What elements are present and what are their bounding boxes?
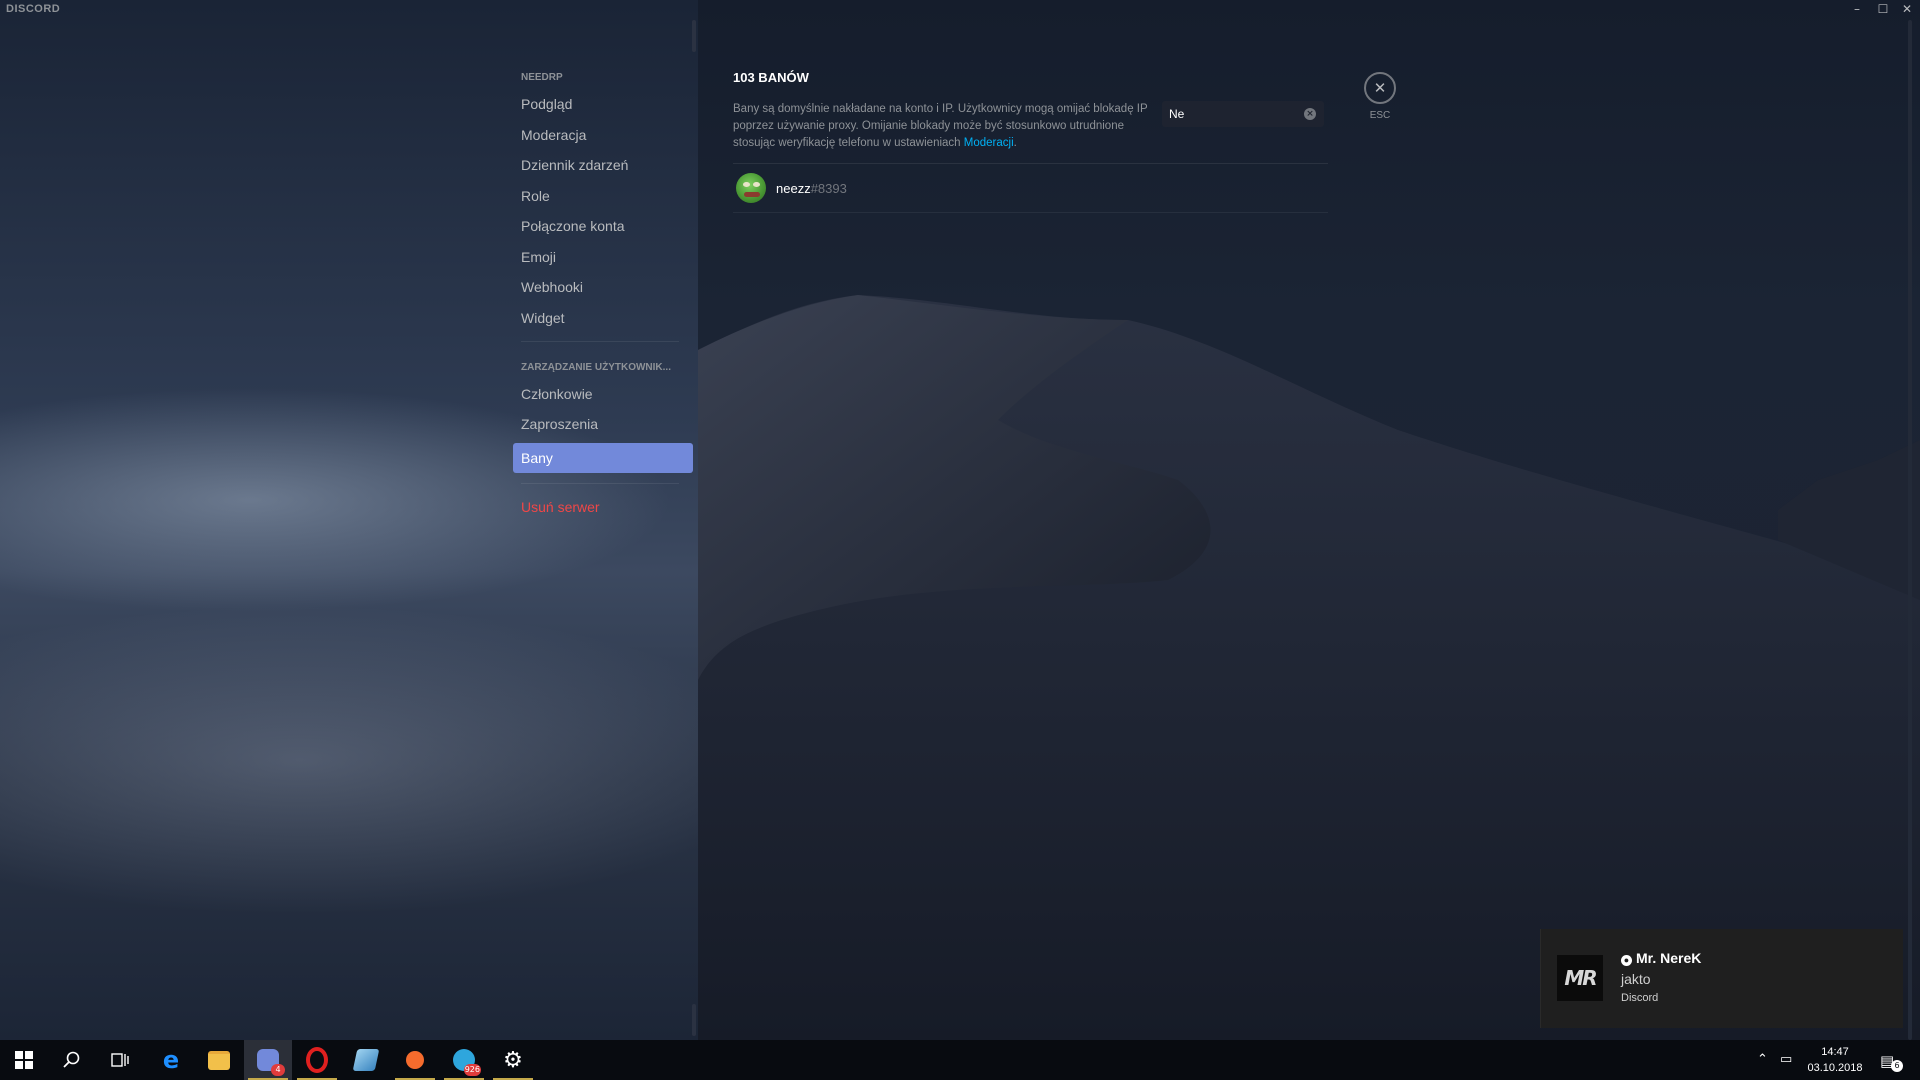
avatar-mouth xyxy=(744,192,760,197)
telegram-badge: 926 xyxy=(463,1064,481,1076)
sidebar-item-emoji[interactable]: Emoji xyxy=(513,242,695,272)
banned-discriminator: #8393 xyxy=(810,180,847,196)
delete-server-button[interactable]: Usuń serwer xyxy=(513,492,695,522)
sidebar-divider xyxy=(521,340,679,342)
opera-icon[interactable] xyxy=(293,1040,341,1080)
notification-app: Discord xyxy=(1621,992,1659,1004)
user-management-header: ZARZĄDZANIE UŻYTKOWNIK... xyxy=(521,361,671,373)
sidebar-item-widget[interactable]: Widget xyxy=(513,303,695,333)
sidebar-scrollbar-bottom xyxy=(692,1004,696,1036)
esc-label: ESC xyxy=(1369,110,1391,121)
description-row: Bany są domyślnie nakładane na konto i I… xyxy=(733,101,1328,157)
sidebar-item-members[interactable]: Członkowie xyxy=(513,379,695,409)
notification-message: jakto xyxy=(1621,971,1651,987)
close-settings: ✕ ESC xyxy=(1364,72,1396,121)
sidebar-item-webhooks[interactable]: Webhooki xyxy=(513,272,695,302)
clock-time: 14:47 xyxy=(1821,1046,1849,1058)
close-icon[interactable]: ✕ xyxy=(1894,0,1920,18)
avatar xyxy=(736,173,766,203)
discord-small-icon: ● xyxy=(1621,955,1632,966)
origin-icon[interactable] xyxy=(391,1040,439,1080)
ban-search-box[interactable]: × xyxy=(1162,101,1324,127)
banned-username: neezz xyxy=(776,180,811,196)
sidebar-item-roles[interactable]: Role xyxy=(513,181,695,211)
settings-sidebar: NEEDRP Podgląd Moderacja Dziennik zdarze… xyxy=(513,60,695,523)
discord-badge: 4 xyxy=(271,1064,285,1076)
search-icon[interactable] xyxy=(48,1040,96,1080)
edge-icon[interactable]: e xyxy=(147,1040,195,1080)
maximize-icon[interactable]: ☐ xyxy=(1870,0,1896,18)
sender-logo: MR xyxy=(1557,955,1603,1001)
notification-toast[interactable]: MR ● Mr. NereK jakto Discord xyxy=(1540,929,1903,1028)
sidebar-item-connected-accounts[interactable]: Połączone konta xyxy=(513,211,695,241)
notification-sender: Mr. NereK xyxy=(1636,950,1702,966)
network-icon[interactable]: ▭ xyxy=(1780,1052,1792,1067)
notification-title: ● Mr. NereK xyxy=(1621,950,1701,966)
sidebar-scrollbar[interactable] xyxy=(692,20,696,52)
content-scrollbar[interactable] xyxy=(1908,20,1912,1040)
description-text: Bany są domyślnie nakładane na konto i I… xyxy=(733,103,1148,149)
description-suffix: . xyxy=(1013,137,1017,149)
avatar-eye xyxy=(743,182,750,187)
window-titlebar: DISCORD – ☐ ✕ xyxy=(0,0,1920,20)
sidebar-item-invites[interactable]: Zaproszenia xyxy=(513,409,695,439)
discord-icon[interactable]: 4 xyxy=(244,1040,292,1080)
minimize-icon[interactable]: – xyxy=(1844,0,1870,18)
moderation-link[interactable]: Moderacji xyxy=(964,137,1014,149)
system-clock[interactable]: 14:47 03.10.2018 xyxy=(1800,1044,1870,1076)
windows-start-icon[interactable] xyxy=(0,1040,48,1080)
clear-icon[interactable]: × xyxy=(1304,108,1316,120)
chevron-up-icon[interactable]: ⌃ xyxy=(1757,1052,1768,1067)
server-name-header: NEEDRP xyxy=(521,72,563,83)
ban-search-input[interactable] xyxy=(1162,101,1299,127)
sidebar-item-audit-log[interactable]: Dziennik zdarzeń xyxy=(513,150,695,180)
app-title: DISCORD xyxy=(6,3,61,15)
notification-count-badge: 6 xyxy=(1891,1060,1903,1072)
sidebar-item-bans[interactable]: Bany xyxy=(513,443,693,473)
clock-date: 03.10.2018 xyxy=(1807,1062,1863,1074)
sidebar-item-moderation[interactable]: Moderacja xyxy=(513,120,695,150)
desert-dune-wallpaper xyxy=(698,295,1920,1040)
sidebar-item-overview[interactable]: Podgląd xyxy=(513,89,695,119)
windows-taskbar: e 4 926 ⚙ ⌃ ▭ 14:47 03.10.2018 ▤ 6 xyxy=(0,1040,1920,1080)
task-view-icon[interactable] xyxy=(96,1040,144,1080)
bans-panel: 103 BANÓW Bany są domyślnie nakładane na… xyxy=(733,70,1328,213)
avatar-eye xyxy=(753,182,760,187)
close-icon[interactable]: ✕ xyxy=(1364,72,1396,104)
ban-list-item[interactable]: neezz #8393 xyxy=(733,164,1328,213)
bans-description: Bany są domyślnie nakładane na konto i I… xyxy=(733,101,1148,152)
notepad-icon[interactable] xyxy=(342,1040,390,1080)
file-explorer-icon[interactable] xyxy=(195,1040,243,1080)
telegram-icon[interactable]: 926 xyxy=(440,1040,488,1080)
page-title: 103 BANÓW xyxy=(733,70,809,85)
sidebar-divider xyxy=(521,483,679,484)
settings-icon[interactable]: ⚙ xyxy=(489,1040,537,1080)
